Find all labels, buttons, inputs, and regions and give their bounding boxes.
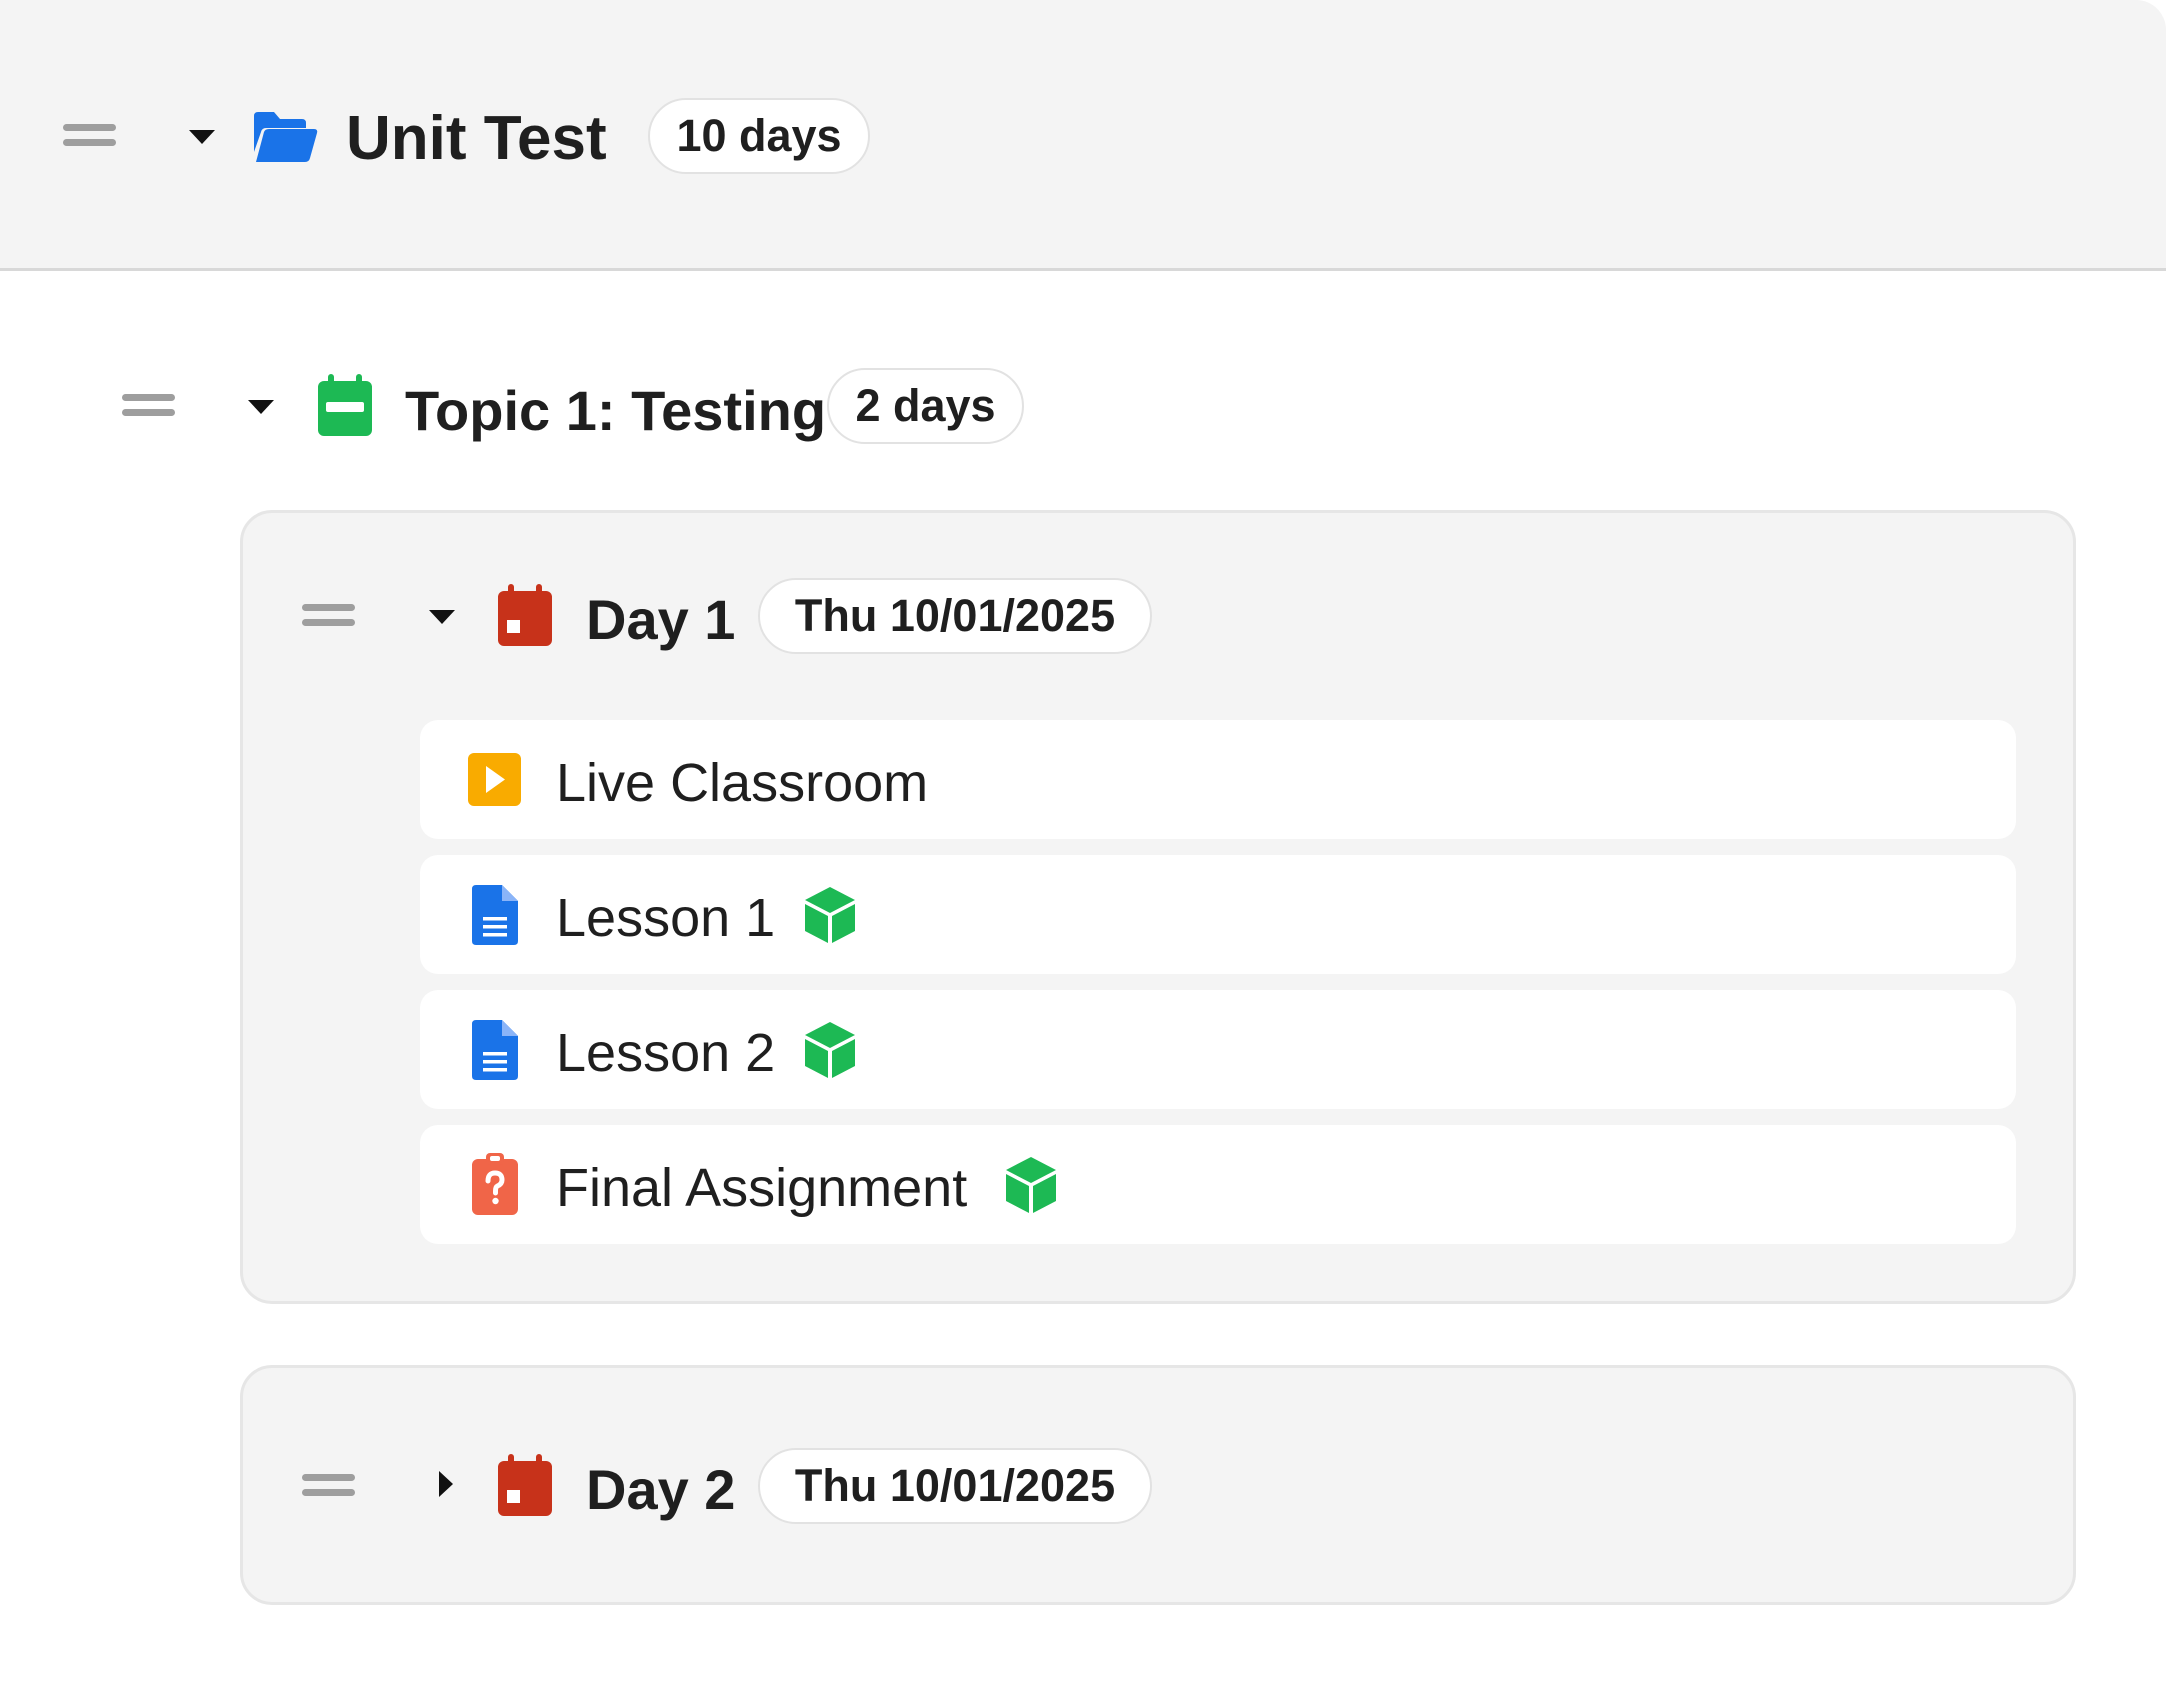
list-item-label: Lesson 2 bbox=[556, 1023, 776, 1083]
topic-duration-badge: 2 days bbox=[827, 368, 1024, 444]
list-item-label: Live Classroom bbox=[556, 753, 929, 813]
unit-title[interactable]: Unit Test bbox=[346, 108, 607, 170]
cube-icon bbox=[1006, 1157, 1056, 1213]
unit-drag-handle[interactable] bbox=[63, 124, 116, 146]
calendar-day-icon bbox=[498, 1454, 552, 1516]
day-drag-handle[interactable] bbox=[302, 604, 355, 626]
day-title[interactable]: Day 2 bbox=[586, 1462, 735, 1518]
list-item-label: Final Assignment bbox=[556, 1158, 968, 1218]
play-icon bbox=[468, 753, 521, 806]
day-date-badge: Thu 10/01/2025 bbox=[758, 1448, 1152, 1524]
day-collapse-caret[interactable] bbox=[427, 602, 457, 632]
folder-open-icon bbox=[254, 112, 318, 162]
document-icon bbox=[472, 1020, 518, 1080]
unit-duration-badge: 10 days bbox=[648, 98, 870, 174]
day-drag-handle[interactable] bbox=[302, 1474, 355, 1496]
unit-collapse-caret[interactable] bbox=[187, 122, 217, 152]
day-expand-caret[interactable] bbox=[431, 1469, 461, 1499]
calendar-icon bbox=[318, 374, 372, 436]
topic-drag-handle[interactable] bbox=[122, 394, 175, 416]
day-date-badge: Thu 10/01/2025 bbox=[758, 578, 1152, 654]
topic-title[interactable]: Topic 1: Testing bbox=[405, 383, 826, 439]
day-title[interactable]: Day 1 bbox=[586, 592, 735, 648]
assignment-icon bbox=[472, 1153, 518, 1215]
document-icon bbox=[472, 885, 518, 945]
topic-collapse-caret[interactable] bbox=[246, 392, 276, 422]
unit-header bbox=[0, 0, 2166, 271]
cube-icon bbox=[805, 1022, 855, 1078]
cube-icon bbox=[805, 887, 855, 943]
calendar-day-icon bbox=[498, 584, 552, 646]
list-item-label: Lesson 1 bbox=[556, 888, 776, 948]
